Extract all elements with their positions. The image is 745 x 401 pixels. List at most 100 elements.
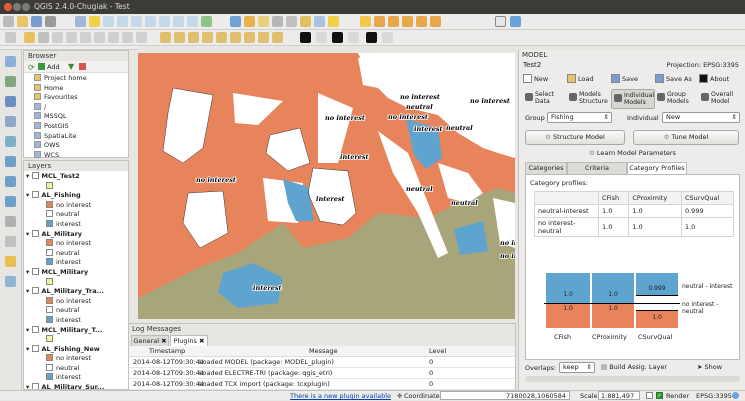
bookmark-icon[interactable] (314, 16, 325, 27)
new-shapefile-icon[interactable] (5, 236, 16, 247)
zoom-out-icon[interactable] (117, 16, 128, 27)
advanced-edit-icon-9[interactable] (272, 32, 283, 43)
advanced-edit-icon-7[interactable] (244, 32, 255, 43)
table-row[interactable]: 2014-08-12T09:30:44 Loaded MODEL (package… (129, 357, 515, 368)
model-view-button-1[interactable]: Models Structure (567, 89, 611, 109)
advanced-edit-icon-6[interactable] (230, 32, 241, 43)
filter-icon[interactable]: ▼ (68, 62, 74, 71)
collapse-icon[interactable] (79, 63, 86, 70)
advanced-edit-icon-3[interactable] (188, 32, 199, 43)
tab-category-profiles[interactable]: Category Profiles (627, 162, 687, 174)
plugin-icon-2[interactable] (348, 32, 359, 43)
advanced-edit-icon-8[interactable] (258, 32, 269, 43)
label-pin-icon[interactable] (374, 16, 385, 27)
move-feature-icon[interactable] (66, 32, 77, 43)
plugin-icon-1[interactable] (316, 32, 327, 43)
zoom-last-icon[interactable] (173, 16, 184, 27)
browser-item[interactable]: / (34, 102, 128, 113)
node-tool-icon[interactable] (80, 32, 91, 43)
identify-icon[interactable] (230, 16, 241, 27)
browser-item[interactable]: OWS (34, 141, 128, 151)
select-features-icon[interactable] (244, 16, 255, 27)
structure-model-button[interactable]: ⚙ Structure Model (525, 130, 625, 145)
model-plugin-icon-2[interactable] (332, 32, 343, 43)
add-layer-icon[interactable] (38, 63, 45, 70)
refresh-icon[interactable] (201, 16, 212, 27)
model-plugin-icon-3[interactable] (366, 32, 377, 43)
text-annotation-icon[interactable] (328, 16, 339, 27)
table-cell[interactable]: 1.0 (680, 217, 735, 237)
overlaps-select[interactable]: keep ⇕ (559, 362, 595, 373)
cut-features-icon[interactable] (108, 32, 119, 43)
label-show-icon[interactable] (388, 16, 399, 27)
model-plugin-icon-1[interactable] (300, 32, 311, 43)
model-view-button-4[interactable]: Overall Model (699, 89, 743, 109)
group-select[interactable]: Fishing ⇕ (547, 112, 612, 123)
column-level[interactable]: Level (429, 346, 446, 357)
table-cell[interactable]: 1.0 (597, 217, 630, 237)
browser-item[interactable]: PostGIS (34, 121, 128, 132)
advanced-edit-icon-4[interactable] (202, 32, 213, 43)
advanced-edit-icon-5[interactable] (216, 32, 227, 43)
build-assig-layer-button[interactable]: ▤ Build Assig. Layer (601, 363, 667, 371)
label-icon[interactable] (360, 16, 371, 27)
plugin-icon-3[interactable] (382, 32, 393, 43)
add-grass-icon[interactable] (5, 276, 16, 287)
browser-item[interactable]: Favourites (34, 93, 128, 103)
current-edits-icon[interactable] (5, 32, 16, 43)
print-icon[interactable] (45, 16, 56, 27)
individual-select[interactable]: New ⇕ (662, 112, 740, 123)
model-toolbar-button-0[interactable]: New (523, 74, 548, 83)
tab-categories[interactable]: Categories (525, 162, 567, 174)
save-edits-icon[interactable] (38, 32, 49, 43)
layer-item[interactable]: ▾ AL_Fishing_New (26, 344, 128, 355)
browser-item[interactable]: MSSQL (34, 112, 128, 122)
close-tab-icon[interactable]: ✖ (199, 337, 204, 345)
paste-features-icon[interactable] (136, 32, 147, 43)
add-wfs-icon[interactable] (5, 196, 16, 207)
layer-item[interactable]: ▾ AL_Military_Tra... (26, 287, 128, 297)
render-checkbox[interactable]: ✓ (656, 392, 663, 399)
browser-item[interactable]: SpatiaLite (34, 131, 128, 142)
stop-render-icon[interactable] (646, 392, 653, 399)
refresh-icon[interactable]: ⟳ (28, 63, 35, 72)
maximize-window-icon[interactable] (22, 3, 30, 11)
map-tips-icon[interactable] (300, 16, 311, 27)
layer-visibility-checkbox[interactable] (31, 383, 39, 389)
zoom-in-icon[interactable] (103, 16, 114, 27)
layer-visibility-checkbox[interactable] (31, 344, 39, 352)
deselect-icon[interactable] (258, 16, 269, 27)
zoom-layer-icon[interactable] (145, 16, 156, 27)
map-svg[interactable]: no interest no interest no interest inte… (138, 53, 515, 319)
browser-item[interactable]: Home (34, 83, 128, 94)
add-wms-icon[interactable] (5, 156, 16, 167)
table-cell[interactable]: 1.0 (597, 204, 630, 218)
zoom-full-icon[interactable] (131, 16, 142, 27)
help-icon[interactable] (510, 16, 521, 27)
model-view-button-2[interactable]: Individual Models (611, 89, 655, 109)
model-toolbar-button-1[interactable]: Load (567, 74, 594, 83)
layer-visibility-checkbox[interactable] (31, 191, 39, 199)
add-postgis-icon[interactable] (5, 96, 16, 107)
model-toolbar-button-3[interactable]: Save As (655, 74, 692, 83)
attribute-table-icon[interactable] (272, 16, 283, 27)
layer-visibility-checkbox[interactable] (31, 325, 39, 333)
model-toolbar-button-4[interactable]: About (699, 74, 729, 83)
tune-model-button[interactable]: ⚙ Tune Model (633, 130, 739, 145)
python-console-icon[interactable] (495, 16, 506, 27)
table-row[interactable]: 2014-08-12T09:30:44 Loaded ELECTRE-TRI (p… (129, 368, 515, 379)
pan-icon[interactable] (75, 16, 86, 27)
layer-item[interactable]: ▾ MCL_Military_T... (26, 325, 128, 336)
label-move-icon[interactable] (402, 16, 413, 27)
layer-item[interactable]: ▾ MCL_Military (26, 267, 128, 278)
layer-item[interactable]: ▾ MCL_Test2 (26, 172, 128, 182)
layer-visibility-checkbox[interactable] (31, 172, 39, 179)
model-toolbar-button-2[interactable]: Save (611, 74, 638, 83)
model-view-button-0[interactable]: Select Data (523, 89, 567, 109)
layer-visibility-checkbox[interactable] (31, 229, 39, 237)
zoom-next-icon[interactable] (187, 16, 198, 27)
save-project-icon[interactable] (31, 16, 42, 27)
table-cell[interactable]: 0.999 (680, 204, 735, 218)
learn-model-parameters-button[interactable]: ⚙ Learn Model Parameters (589, 149, 676, 157)
close-window-icon[interactable] (4, 3, 12, 11)
